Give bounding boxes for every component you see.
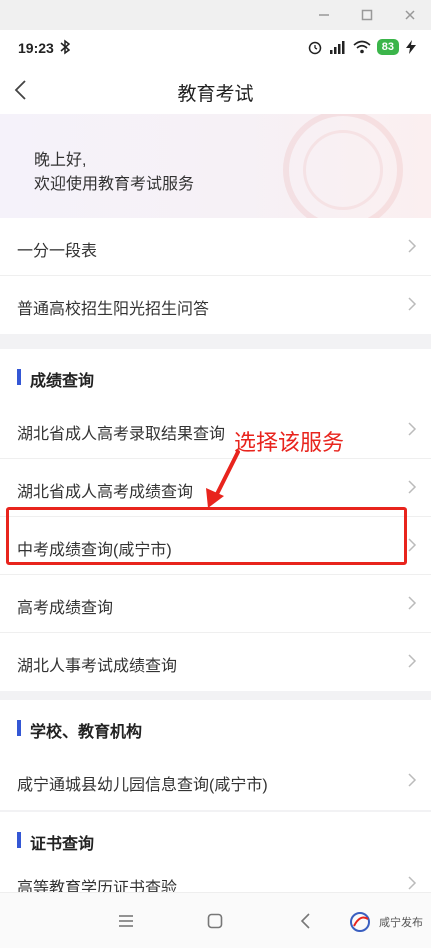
chevron-right-icon [408,876,417,890]
top-items-card: 一分一段表 普通高校招生阳光招生问答 [0,218,431,334]
certificate-section: 证书查询 高等教育学历证书查验 [0,812,431,892]
charging-icon [406,40,416,54]
section-accent-bar [17,720,21,736]
list-item-label: 咸宁通城县幼儿园信息查询(咸宁市) [17,777,268,794]
status-icons: 83 [307,39,417,55]
maximize-icon[interactable] [358,6,376,24]
school-section: 学校、教育机构 咸宁通城县幼儿园信息查询(咸宁市) [0,700,431,810]
annotation-text: 选择该服务 [234,430,345,455]
section-accent-bar [17,369,21,385]
greeting-banner: 晚上好, 欢迎使用教育考试服务 [0,114,431,218]
minimize-icon[interactable] [315,6,333,24]
bluetooth-icon [60,39,70,55]
list-item-admission-qa[interactable]: 普通高校招生阳光招生问答 [0,276,431,334]
section-title: 证书查询 [30,836,95,853]
list-item-label: 湖北人事考试成绩查询 [17,658,178,675]
section-title: 成绩查询 [30,373,95,390]
greeting-line1: 晚上好, [34,152,87,169]
section-header: 成绩查询 [0,349,431,401]
list-item-label: 普通高校招生阳光招生问答 [17,301,210,318]
list-item-label: 高考成绩查询 [17,600,114,617]
list-item-kindergarten-info[interactable]: 咸宁通城县幼儿园信息查询(咸宁市) [0,752,431,810]
chevron-right-icon [408,596,417,610]
status-time: 19:23 [18,40,54,56]
watermark: 咸宁发布 [349,911,423,933]
list-item-zhongkao-score[interactable]: 中考成绩查询(咸宁市) [0,517,431,575]
chevron-right-icon [408,480,417,494]
list-item-label: 湖北省成人高考录取结果查询 [17,426,226,443]
annotation-arrow-icon [206,450,240,508]
menu-icon[interactable] [116,911,136,931]
chevron-right-icon [408,773,417,787]
list-item-label: 高等教育学历证书查验 [17,880,178,892]
score-query-section: 成绩查询 湖北省成人高考录取结果查询 湖北省成人高考成绩查询 中考成绩查询(咸宁… [0,349,431,691]
battery-indicator: 83 [376,39,399,55]
back-nav-icon[interactable] [296,911,316,931]
greeting-line2: 欢迎使用教育考试服务 [34,176,195,193]
window-title-bar [0,0,431,30]
seal-inner-icon [303,130,383,210]
list-item-label: 一分一段表 [17,243,98,260]
close-icon[interactable] [401,6,419,24]
list-item-label: 中考成绩查询(咸宁市) [17,542,172,559]
section-header: 证书查询 [0,812,431,864]
page-title: 教育考试 [177,84,254,105]
signal-icon [329,41,345,54]
list-item-label: 湖北省成人高考成绩查询 [17,484,194,501]
list-item-personnel-exam-score[interactable]: 湖北人事考试成绩查询 [0,633,431,691]
system-navigation-bar: 咸宁发布 [0,892,431,948]
chevron-right-icon [408,239,417,253]
status-bar: 19:23 83 [0,30,431,66]
navigation-bar: 教育考试 [0,66,431,114]
chevron-right-icon [408,297,417,311]
chevron-right-icon [408,538,417,552]
alarm-icon [308,41,321,55]
watermark-text: 咸宁发布 [379,917,423,929]
list-item-ranking-table[interactable]: 一分一段表 [0,218,431,276]
section-header: 学校、教育机构 [0,700,431,752]
chevron-right-icon [408,654,417,668]
chevron-right-icon [408,422,417,436]
home-icon[interactable] [205,911,225,931]
wifi-icon [353,40,371,54]
watermark-logo-icon [350,912,370,932]
section-accent-bar [17,832,21,848]
list-item-gaokao-score[interactable]: 高考成绩查询 [0,575,431,633]
list-item-degree-verification[interactable]: 高等教育学历证书查验 [0,864,431,892]
section-title: 学校、教育机构 [30,724,143,741]
